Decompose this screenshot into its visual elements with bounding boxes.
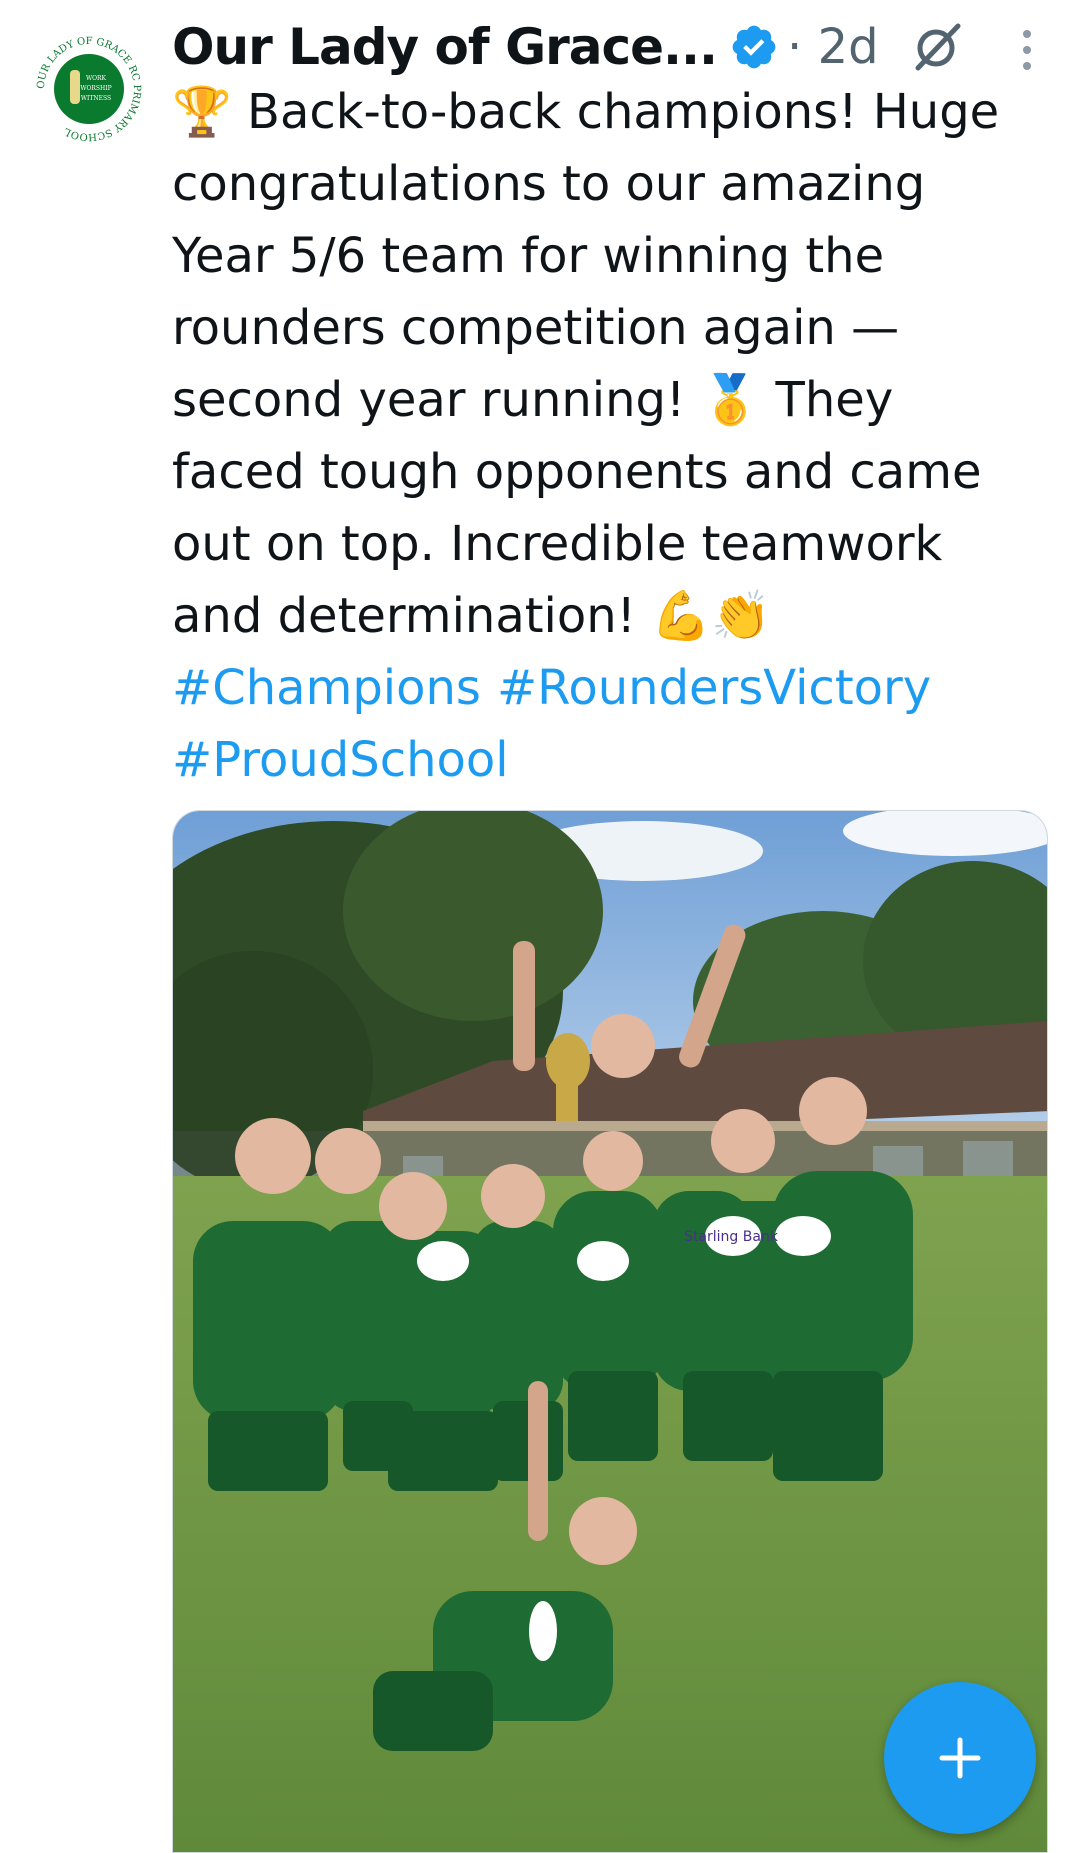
hashtags: #Champions #RoundersVictory #ProudSchool: [172, 652, 1062, 796]
school-logo: OUR LADY OF GRACE RC PRIMARY SCHOOL WORK…: [33, 33, 145, 145]
more-vertical-icon[interactable]: [1012, 28, 1042, 72]
grok-icon[interactable]: [910, 18, 966, 74]
post-text: 🏆 Back-to-back champions! Huge congratul…: [172, 84, 1000, 644]
author-name[interactable]: Our Lady of Grace...: [172, 18, 718, 76]
avatar-text-line-3: WITNESS: [81, 95, 111, 102]
hashtag-champions[interactable]: #Champions: [172, 660, 481, 716]
post-time[interactable]: · 2d: [787, 19, 879, 75]
compose-button[interactable]: [884, 1682, 1036, 1834]
plus-icon: [939, 1737, 981, 1779]
hashtag-proud-school[interactable]: #ProudSchool: [172, 732, 509, 788]
avatar[interactable]: OUR LADY OF GRACE RC PRIMARY SCHOOL WORK…: [30, 30, 148, 148]
avatar-text-line-2: WORSHIP: [80, 85, 111, 92]
avatar-text-line-1: WORK: [86, 75, 107, 82]
shirt-sponsor-text: Starling Bank: [684, 1229, 779, 1245]
hashtag-rounders-victory[interactable]: #RoundersVictory: [497, 660, 931, 716]
verified-badge-icon: [729, 22, 779, 72]
